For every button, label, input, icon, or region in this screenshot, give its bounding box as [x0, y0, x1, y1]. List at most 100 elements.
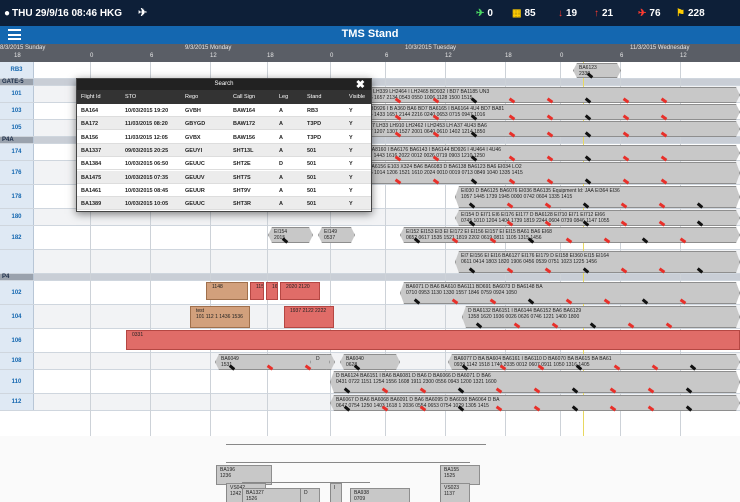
timeline-tick-label: 12 [680, 53, 687, 59]
flight-bar[interactable]: 1148 [206, 282, 248, 300]
timeline-header: 8/3/2015 Sunday 9/3/2015 Monday 10/3/2015 … [0, 44, 740, 62]
timeline-tick-label: 6 [385, 53, 389, 59]
flight-bar[interactable]: test 101 112 1 1436 1536 [190, 306, 250, 328]
flight-bar[interactable]: 0331 [126, 330, 740, 350]
unallocated-flight-bar[interactable]: D [300, 488, 320, 502]
search-cell: BAW164 [233, 108, 256, 114]
status-counter-value: 21 [602, 8, 614, 19]
flight-bar[interactable]: BA6040 0628 [340, 354, 400, 370]
status-bar: ● THU 29/9/16 08:46 HKG ✈ ✈ 0 ▦ 85 ↓ 19 ↑ 21 ✈ 76… [0, 0, 740, 26]
search-cell: BA164 [81, 108, 99, 114]
tms-stand-app: ● THU 29/9/16 08:46 HKG ✈ ✈ 0 ▦ 85 ↓ 19 ↑ 21 ✈ 76… [0, 0, 740, 502]
unallocated-flight-bar[interactable]: BA155 1525 [440, 465, 480, 485]
datetime: THU 29/9/16 08:46 HKG [12, 8, 123, 19]
search-cell: A [279, 121, 283, 128]
stand-label: 108 [0, 353, 34, 369]
timeline-tick-label: 0 [90, 53, 94, 59]
red-arrival-icon: ↓ [558, 8, 563, 19]
search-col-header: Rego [185, 94, 199, 100]
flight-bar[interactable]: BA6 BA677 LH33 LH910 LH2462 I LH2453 LH … [343, 121, 740, 137]
search-cell: A [279, 174, 283, 181]
timeline-tick-label: 18 [14, 53, 21, 59]
timeline-date-label: 8/3/2015 Sunday [0, 45, 46, 51]
search-cell: Y [349, 147, 353, 154]
flight-bar[interactable]: 1937 2122 2222 [284, 306, 334, 328]
status-counter-value: 228 [687, 8, 705, 19]
unallocated-flight-bar[interactable]: I [330, 483, 342, 502]
search-table-header: Flight Id STO Rego Call Sign Leg Stand Visible [77, 90, 371, 104]
stand-group-label: GATE-5 [0, 79, 34, 85]
search-result-row[interactable]: BA1461 10/03/2015 08:45 GEUUR SHT9V A 501 Y [77, 184, 371, 197]
search-result-row[interactable]: BA1389 10/03/2015 10:05 GEUUC SHT3R A 501 Y [77, 197, 371, 211]
search-cell: 10/03/2015 08:45 [125, 187, 169, 194]
search-cell: 501 [307, 187, 317, 194]
search-result-row[interactable]: BA164 10/03/2015 19:20 GVBH BAW164 A RB3 Y [77, 104, 371, 117]
search-cell: Y [349, 121, 353, 128]
timeline-date-label: 10/3/2015 Tuesday [405, 45, 457, 51]
flight-bar[interactable]: EI149 0537 [318, 227, 355, 243]
search-cell: SHT13L [233, 147, 254, 154]
search-cell: GVBH [185, 108, 201, 114]
unallocated-flight-bar[interactable]: BA938 0709 [350, 488, 410, 502]
search-cell: SHT2E [233, 161, 251, 168]
flight-bar[interactable]: BA6123 2330 [573, 63, 621, 78]
flight-bar[interactable]: 1150 [250, 282, 264, 300]
search-result-row[interactable]: BA156 11/03/2015 12:05 GVBX BAW156 A T3PD Y [77, 131, 371, 144]
flight-bar[interactable]: EI154 2015 [268, 227, 313, 243]
search-cell: GEUUR [185, 187, 205, 194]
status-counter-value: 85 [524, 8, 536, 19]
unallocated-span-line [226, 462, 470, 463]
unallocated-flights-panel[interactable]: BA196 1236 BA155 1525 VS042 1242 I VS023 113… [0, 436, 740, 502]
stand-label: 174 [0, 144, 34, 160]
search-cell: 10/03/2015 19:20 [125, 108, 169, 114]
unallocated-flight-bar[interactable]: VS023 1137 [440, 483, 470, 502]
stand-row[interactable]: RB3 [0, 62, 740, 79]
search-cell: 11/03/2015 12:05 [125, 134, 168, 141]
flight-bar[interactable]: 2020 2120 [280, 282, 320, 300]
search-cell: A [279, 201, 283, 208]
unallocated-span-line [242, 482, 370, 483]
flight-bar[interactable]: BA6144 BA6156 E103 X324 BA6 BA6083 D BA6… [343, 162, 740, 184]
flight-bar[interactable]: 1625 1606 1 [266, 282, 278, 300]
airplane-icon: ✈ [138, 7, 148, 19]
search-cell: A [279, 187, 283, 194]
status-counter: ✈ 0 [476, 8, 493, 19]
stand-group-row[interactable]: P4 [0, 274, 740, 281]
unallocated-flight-bar[interactable]: BA1327 1526 [242, 488, 302, 502]
timeline-tick-label: 12 [210, 53, 217, 59]
search-cell: 501 [307, 161, 317, 168]
flight-bar[interactable]: BD934 I BA8160 I BA6176 BA6143 I BA6144 … [343, 145, 740, 161]
search-cell: Y [349, 108, 353, 114]
flight-bar[interactable]: D [310, 354, 330, 370]
search-cell: SHT3R [233, 201, 252, 208]
stand-label: 105 [0, 120, 34, 136]
stand-label: 101 [0, 86, 34, 102]
status-counter: ↓ 19 [558, 8, 577, 19]
search-result-row[interactable]: BA1384 10/03/2015 06:50 GEUUC SHT2E D 501 Y [77, 157, 371, 171]
stand-label [0, 250, 34, 273]
search-result-row[interactable]: BA172 11/03/2015 08:20 GBYGD BAW172 A T3PD Y [77, 117, 371, 131]
stand-label: 180 [0, 209, 34, 225]
search-cell: Y [349, 134, 353, 141]
stand-label: 106 [0, 329, 34, 352]
search-result-row[interactable]: BA1475 10/03/2015 07:35 GEUUV SHT7S A 501 Y [77, 170, 371, 184]
nav-bar: TMS Stand [0, 26, 740, 44]
search-cell: BAW156 [233, 134, 256, 141]
search-cell: GBYGD [185, 121, 206, 128]
stand-label: 178 [0, 185, 34, 208]
search-cell: BA1461 [81, 187, 102, 194]
search-result-row[interactable]: BA1337 09/03/2015 20:25 GEUYI SHT13L A 501 Y [77, 143, 371, 157]
search-cell: BA156 [81, 134, 99, 141]
flight-bar[interactable]: BA6149 D LH339 LH2464 I LH2465 BD932 I B… [343, 87, 740, 103]
flight-bar[interactable]: D BA6132 BA6151 I BA6144 BA6152 BA6 BA61… [462, 306, 740, 328]
stand-label: 112 [0, 394, 34, 410]
search-cell: RB3 [307, 108, 319, 114]
search-cell: D [279, 161, 283, 168]
search-cell: 11/03/2015 08:20 [125, 121, 168, 128]
timeline-date-label: 11/3/2015 Wednesday [630, 45, 690, 51]
status-counter-value: 0 [487, 8, 493, 19]
search-cell: GEUUC [185, 201, 205, 208]
search-cell: 501 [307, 147, 317, 154]
flight-bar[interactable]: TP353 D BD926 I B A360 BA6 BD7 BA6165 I … [343, 104, 740, 120]
search-cell: Y [349, 201, 353, 208]
